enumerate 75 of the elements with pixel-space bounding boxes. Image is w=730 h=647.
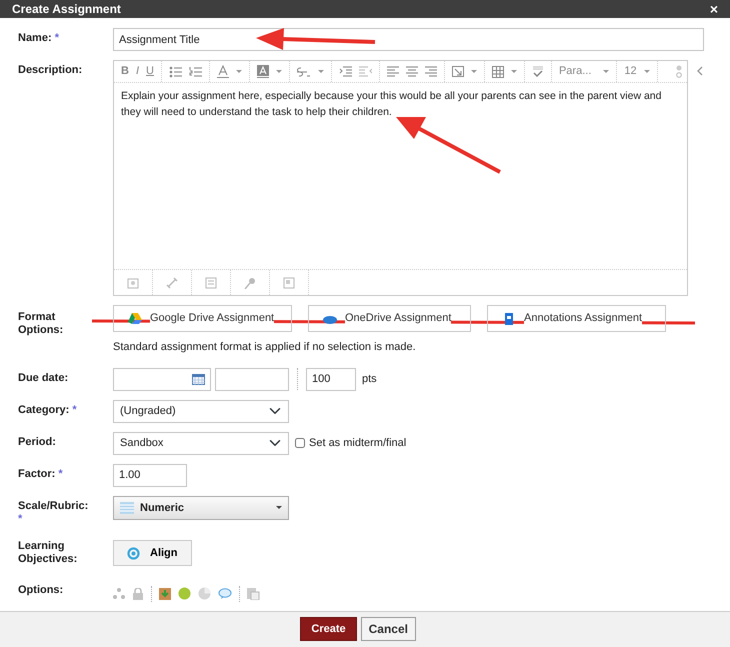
caret-icon[interactable]: [603, 70, 610, 73]
collapse-chevron-icon[interactable]: [696, 66, 704, 76]
caret-icon[interactable]: [644, 70, 650, 73]
field-label: Due date:: [17, 370, 70, 386]
field-label: Scale/Rubric: *: [17, 498, 90, 526]
drive-logo-icon: [128, 312, 142, 324]
align-right-icon[interactable]: [424, 66, 437, 77]
midterm-checkbox[interactable]: [295, 438, 305, 448]
strikethrough-icon[interactable]: [296, 65, 311, 78]
dialog-title: Create Assignment: [12, 1, 121, 18]
points-unit: pts: [362, 372, 377, 388]
field-label: Name: *: [17, 31, 60, 46]
field-label: Factor: *: [17, 466, 64, 482]
dot-icon[interactable]: [178, 587, 191, 600]
field-label: Category: *: [17, 402, 78, 418]
image-icon[interactable]: [127, 276, 139, 288]
spellcheck-icon[interactable]: [532, 66, 544, 77]
format-option-button[interactable]: Google Drive Assignment: [113, 305, 292, 332]
description-text[interactable]: Explain your assignment here, especially because your this would be all your parents can see in the parent view and they will need to understand the task to help their children.: [114, 83, 687, 269]
field-label: Period:: [17, 434, 57, 450]
insert-icon[interactable]: [452, 66, 464, 77]
lock-icon[interactable]: [132, 588, 144, 600]
align-center-icon[interactable]: [406, 66, 418, 77]
toggle-dots-icon[interactable]: [675, 65, 683, 78]
scale-dropdown[interactable]: Numeric: [113, 496, 289, 520]
category-select[interactable]: (Ungraded): [113, 400, 289, 423]
caret-icon[interactable]: [470, 70, 477, 73]
align-left-icon[interactable]: [386, 66, 399, 77]
calendar-icon[interactable]: [192, 374, 205, 385]
field-label: Description:: [17, 63, 84, 78]
link-icon[interactable]: [166, 276, 178, 288]
list-icon: [120, 502, 134, 514]
target-icon: [127, 546, 140, 560]
align-button[interactable]: Align: [113, 540, 192, 566]
format-option-button[interactable]: OneDrive Assignment: [308, 305, 471, 332]
caret-icon: [276, 506, 282, 510]
field-label: Options:: [17, 582, 64, 597]
text-color-icon[interactable]: [216, 65, 229, 78]
date-field[interactable]: [113, 368, 211, 391]
time-input[interactable]: [215, 368, 289, 391]
points-input[interactable]: 100: [306, 368, 356, 391]
speech-bubble-icon[interactable]: [218, 588, 232, 600]
paragraph-dropdown[interactable]: Para...: [558, 63, 592, 80]
caret-icon[interactable]: [510, 70, 517, 73]
create-button[interactable]: Create: [300, 617, 357, 642]
font-size-dropdown[interactable]: 12: [624, 63, 637, 80]
format-note: Standard assignment format is applied if no selection is made.: [113, 340, 416, 356]
indent-icon[interactable]: [338, 66, 352, 77]
dots-icon[interactable]: [113, 588, 125, 600]
embed-icon[interactable]: [205, 276, 217, 288]
caret-icon[interactable]: [236, 70, 242, 73]
name-input[interactable]: Assignment Title: [113, 28, 704, 51]
factor-input[interactable]: 1.00: [113, 464, 187, 487]
checkbox-label[interactable]: Set as midterm/final: [309, 434, 406, 452]
numbered-list-icon[interactable]: [188, 66, 202, 78]
caret-icon[interactable]: [276, 70, 282, 73]
download-box-icon[interactable]: [159, 587, 171, 600]
caret-icon[interactable]: [318, 70, 324, 73]
document-icon: [502, 312, 516, 324]
highlight-color-icon[interactable]: [256, 65, 269, 78]
table-icon[interactable]: [492, 66, 504, 78]
pie-chart-icon[interactable]: [198, 587, 211, 600]
bold-button[interactable]: B: [121, 63, 129, 80]
close-button[interactable]: ×: [710, 0, 718, 18]
field-label: Learning Objectives:: [17, 540, 78, 567]
field-label: Format Options:: [17, 310, 64, 338]
format-option-button[interactable]: Annotations Assignment: [487, 305, 666, 332]
outdent-icon[interactable]: [358, 66, 372, 77]
underline-button[interactable]: U: [146, 63, 154, 80]
media-icon[interactable]: [283, 276, 295, 288]
italic-button[interactable]: I: [136, 63, 140, 80]
period-select[interactable]: Sandbox: [113, 432, 289, 455]
bullet-list-icon[interactable]: [168, 66, 182, 78]
cancel-button[interactable]: Cancel: [360, 617, 416, 642]
clipboard-icon[interactable]: [247, 587, 260, 600]
